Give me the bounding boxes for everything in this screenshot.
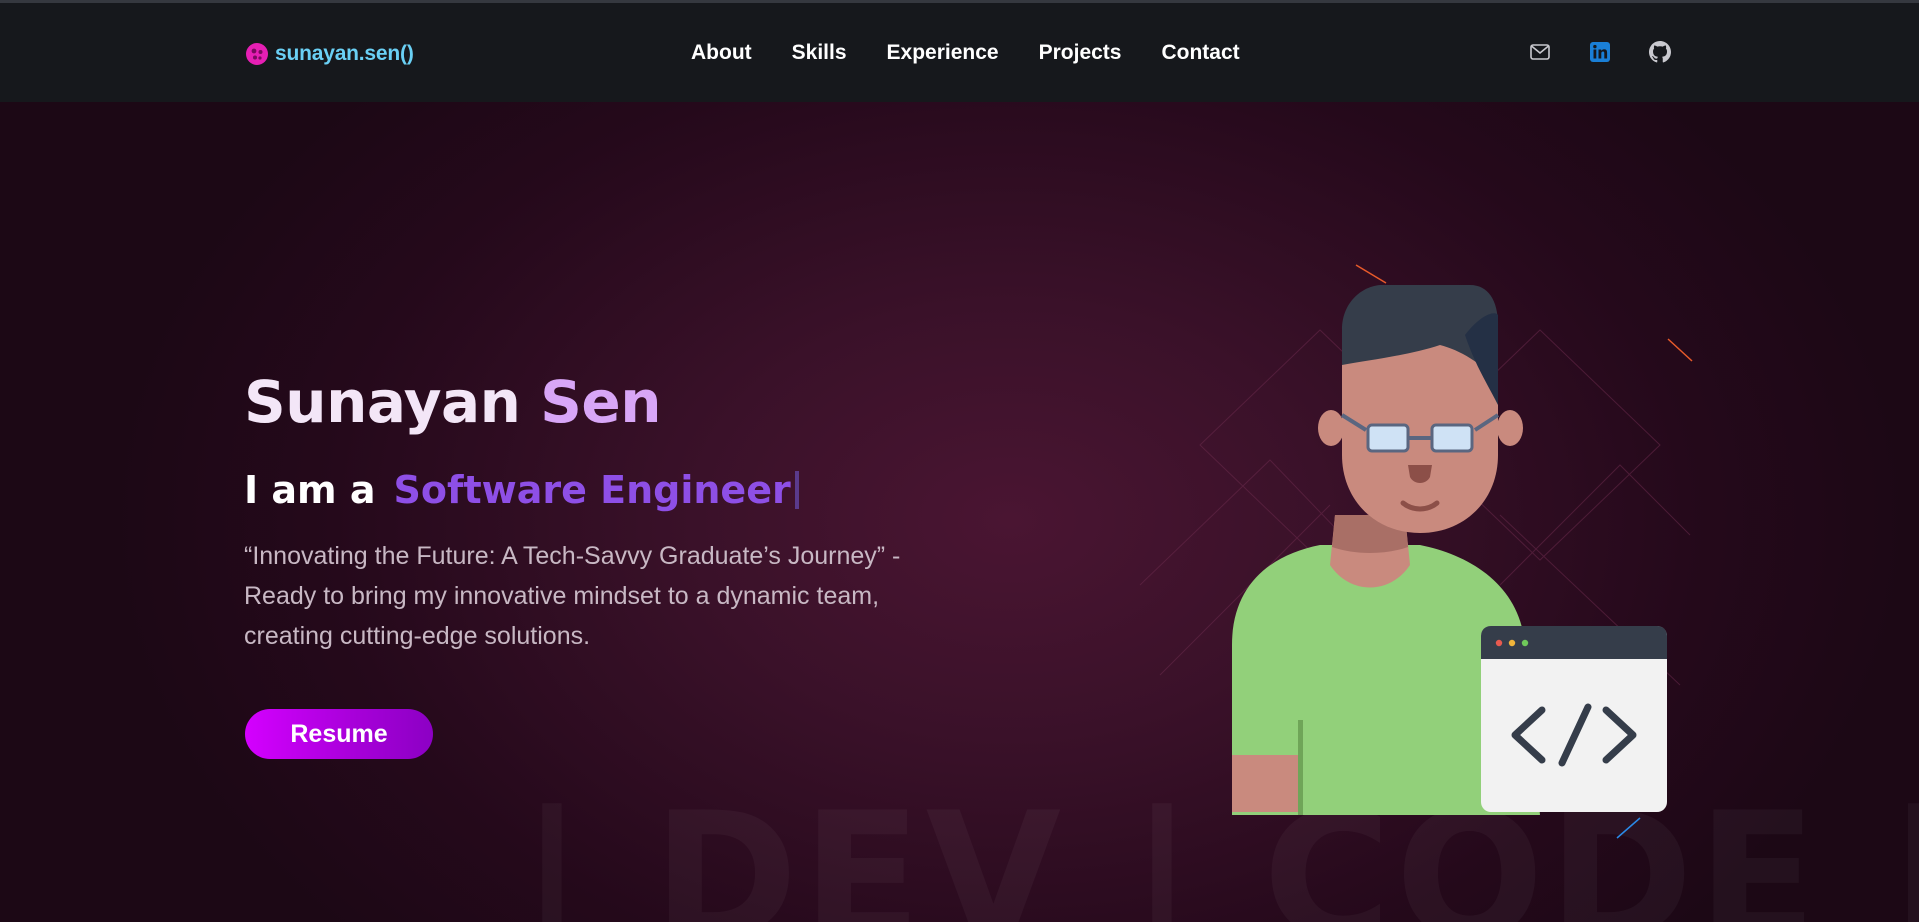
resume-button[interactable]: Resume [245, 709, 433, 759]
nav-projects[interactable]: Projects [1039, 41, 1122, 65]
hero-role-prefix: I am a [244, 468, 376, 512]
brand-name: sunayan.sen() [275, 42, 414, 65]
hero-name: Sunayan Sen [244, 368, 662, 436]
right-ear [1497, 410, 1523, 446]
linkedin-icon[interactable] [1588, 40, 1612, 64]
developer-illustration [1139, 264, 1693, 839]
arm [1232, 755, 1298, 812]
mail-icon[interactable] [1528, 40, 1552, 64]
left-ear [1318, 410, 1344, 446]
nav-about[interactable]: About [691, 41, 752, 65]
hero-tagline: “Innovating the Future: A Tech-Savvy Gra… [244, 542, 901, 650]
typing-cursor [794, 471, 799, 509]
nav-links: About Skills Experience Projects Contact [691, 41, 1240, 65]
hero-first-name: Sunayan [244, 368, 521, 436]
navbar: sunayan.sen() About Skills Experience Pr… [0, 3, 1919, 102]
linkedin-icon-glyph [1590, 42, 1610, 62]
github-icon[interactable] [1648, 40, 1672, 64]
code-window [1481, 626, 1667, 812]
hero-role-typed: Software Engineer [393, 468, 791, 512]
github-icon-glyph [1649, 41, 1671, 63]
nav-contact[interactable]: Contact [1161, 41, 1239, 65]
arm-shadow [1298, 720, 1303, 815]
hero-role-line: I am a Software Engineer [244, 468, 799, 512]
nav-skills[interactable]: Skills [792, 41, 847, 65]
hero-last-name: Sen [540, 368, 662, 436]
logo-icon [246, 43, 268, 65]
social-links [1528, 40, 1672, 64]
mail-icon-glyph [1530, 44, 1550, 60]
nav-experience[interactable]: Experience [887, 41, 999, 65]
brand-logo[interactable]: sunayan.sen() [245, 42, 414, 66]
decor-streak [1667, 338, 1693, 362]
decor-streak [1355, 264, 1387, 284]
decor-streak [1616, 817, 1641, 839]
